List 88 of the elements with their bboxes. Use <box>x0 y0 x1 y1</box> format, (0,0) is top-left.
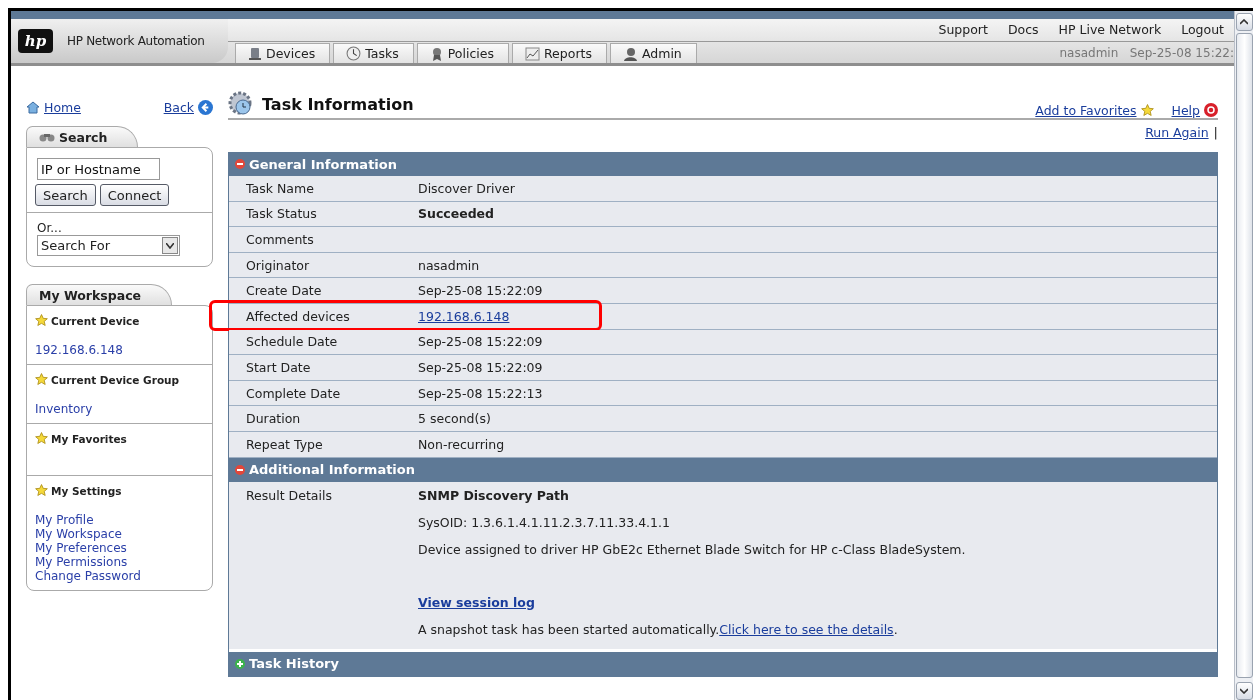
scrollbar[interactable] <box>1234 11 1253 700</box>
header-link[interactable]: Docs <box>1007 22 1039 38</box>
help-icon <box>1204 103 1218 117</box>
home-link[interactable]: Home <box>26 100 81 115</box>
scroll-up-icon <box>1240 19 1248 25</box>
nav-tab[interactable]: Admin <box>609 43 697 63</box>
workspace-link[interactable]: 192.168.6.148 <box>35 343 204 357</box>
workspace-link[interactable]: My Preferences <box>35 541 204 555</box>
star-icon <box>1140 103 1154 117</box>
star-icon <box>35 484 48 497</box>
field-label: Result Details <box>245 487 333 505</box>
search-for-select[interactable]: Search For <box>37 235 180 256</box>
nav-tab[interactable]: Devices <box>235 43 331 63</box>
result-heading: SNMP Discovery Path <box>418 487 570 503</box>
session-log-link[interactable]: View session log <box>418 594 535 610</box>
field-label: Task Name <box>245 180 315 196</box>
product-name: HP Network Automation <box>67 34 205 48</box>
home-icon <box>26 101 40 114</box>
workspace-section-title: Current Device Group <box>35 373 204 386</box>
field-value: nasadmin <box>418 257 480 273</box>
field-label: Duration <box>245 411 302 427</box>
chart-icon <box>525 46 540 61</box>
workspace-link[interactable]: My Profile <box>35 513 204 527</box>
run-again-link[interactable]: Run Again <box>1145 124 1209 140</box>
field-value: Sep-25-08 15:22:13 <box>418 385 543 401</box>
field-label: Start Date <box>245 359 312 375</box>
server-icon <box>248 46 262 61</box>
workspace-link[interactable]: Inventory <box>35 402 204 416</box>
hp-logo[interactable]: hp <box>18 29 53 53</box>
star-icon <box>35 373 48 386</box>
binoculars-icon <box>39 132 55 142</box>
page-title: Task Information <box>228 91 414 117</box>
result-text: A snapshot task has been started automatically. <box>418 621 720 637</box>
field-label: Repeat Type <box>245 436 324 452</box>
workspace-section-title: My Settings <box>35 484 204 497</box>
workspace-link[interactable]: My Workspace <box>35 527 204 541</box>
workspace-link[interactable]: Change Password <box>35 569 204 583</box>
back-arrow-icon <box>198 100 213 115</box>
field-value: Non-recurring <box>418 436 505 452</box>
add-favorites-link[interactable]: Add to Favorites <box>1035 102 1154 118</box>
field-value: Sep-25-08 15:22:09 <box>418 334 543 350</box>
field-label: Originator <box>245 257 311 273</box>
header-link[interactable]: Logout <box>1181 22 1224 38</box>
field-label: Comments <box>245 232 315 247</box>
result-text: SysOID: 1.3.6.1.4.1.11.2.3.7.11.33.4.1.1 <box>418 514 671 530</box>
field-label: Schedule Date <box>245 334 339 350</box>
section-header[interactable]: General Information <box>229 152 1217 176</box>
nav-tab[interactable]: Reports <box>512 43 607 63</box>
details-link[interactable]: Click here to see the details <box>719 621 894 637</box>
star-icon <box>35 432 48 445</box>
section-header[interactable]: Additional Information <box>229 457 1217 482</box>
field-value: 5 second(s) <box>418 411 491 427</box>
back-link[interactable]: Back <box>163 100 213 115</box>
device-link[interactable]: 192.168.6.148 <box>418 308 510 324</box>
star-icon <box>35 314 48 327</box>
search-input[interactable]: IP or Hostname <box>37 158 160 180</box>
section-header[interactable]: Task History <box>229 651 1217 676</box>
result-text: Device assigned to driver HP GbE2c Ethernet Blade Switch for HP c-Class BladeSystem. <box>418 541 966 557</box>
workspace-section-title: My Favorites <box>35 432 204 445</box>
workspace-section-title: Current Device <box>35 314 204 327</box>
period-text: . <box>893 621 898 637</box>
help-link[interactable]: Help <box>1171 102 1218 118</box>
workspace-link[interactable]: My Permissions <box>35 555 204 569</box>
search-button[interactable]: Search <box>35 184 96 206</box>
user-date-text: nasadmin Sep-25-08 15:22: <box>1059 46 1234 62</box>
dropdown-caret-icon <box>166 242 174 249</box>
header-link[interactable]: Support <box>938 22 988 38</box>
header-link[interactable]: HP Live Network <box>1058 22 1162 38</box>
collapse-icon <box>235 464 245 475</box>
collapse-icon <box>235 159 245 169</box>
search-button[interactable]: Connect <box>99 184 170 206</box>
field-label: Affected devices <box>245 308 351 324</box>
status-value: Succeeded <box>418 206 495 222</box>
expand-icon <box>235 658 245 669</box>
field-value: Discover Driver <box>418 180 515 196</box>
field-value: Sep-25-08 15:22:09 <box>418 359 543 375</box>
field-label: Complete Date <box>245 385 342 401</box>
field-label: Create Date <box>245 283 323 299</box>
gear-clock-icon <box>228 91 254 117</box>
field-value: Sep-25-08 15:22:09 <box>418 283 543 299</box>
clock-icon <box>346 46 362 61</box>
nav-tab[interactable]: Policies <box>416 43 509 63</box>
user-icon <box>622 46 638 61</box>
field-label: Task Status <box>245 206 318 222</box>
scroll-down-icon <box>1240 688 1248 694</box>
nav-tab[interactable]: Tasks <box>333 43 414 63</box>
or-label: Or... <box>37 221 63 235</box>
separator-text: | <box>1213 124 1218 140</box>
